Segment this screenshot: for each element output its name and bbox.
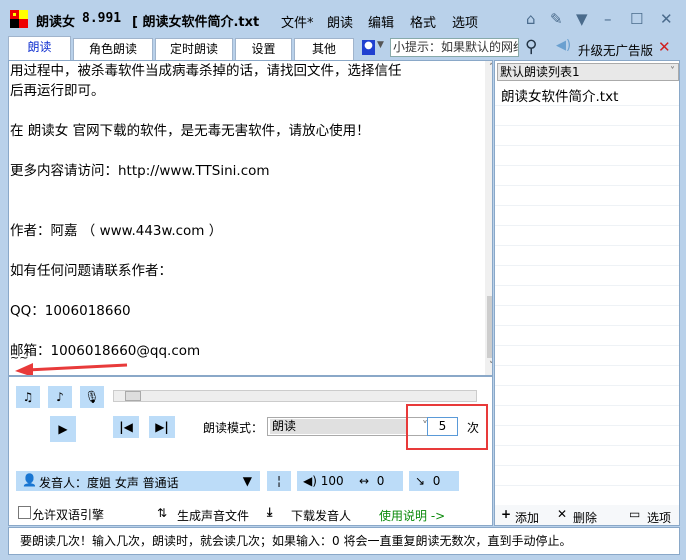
editor-line: 如有任何问题请联系作者：	[10, 263, 172, 279]
close-ad-icon[interactable]: ✕	[658, 38, 671, 56]
delete-button[interactable]: 删除	[573, 509, 597, 526]
menu-format[interactable]: 格式	[410, 12, 436, 31]
editor-line: 在 朗读女 官网下载的软件，是无毒无害软件，请放心使用！	[10, 123, 370, 139]
volume-control[interactable]: ◀) 100	[297, 471, 355, 491]
speaker-value: 发音人：度姐 女声 普通话	[39, 476, 179, 490]
download-speaker-button[interactable]: 下载发音人	[291, 507, 351, 524]
pitch-control[interactable]: ↘ 0	[409, 471, 459, 491]
pitch-icon: ↘	[415, 474, 426, 488]
status-bar: 要朗读几次！输入几次，朗读时，就会读几次；如果输入：0 将会一直重复朗读无数次，…	[8, 527, 680, 555]
menu-options[interactable]: 选项	[452, 12, 478, 31]
person-icon: 👤	[22, 473, 37, 487]
editor-line: 作者：阿嘉 （ www.443w.com ）	[10, 223, 223, 239]
speed-control[interactable]: ↔ 0	[353, 471, 403, 491]
speaker-icon: ◀)	[556, 38, 572, 53]
dropdown-arrow-icon: ▼	[242, 474, 252, 488]
editor-line: QQ：1006018660	[10, 303, 131, 319]
app-name: 朗读女	[36, 15, 76, 30]
music-icon[interactable]: ♪	[48, 386, 72, 408]
download-icon: ⤓	[267, 505, 273, 519]
next-button[interactable]: ▶|	[149, 416, 175, 438]
previous-button[interactable]: |◀	[113, 416, 139, 438]
close-icon[interactable]: ✕	[660, 10, 673, 28]
note-icon[interactable]: ♫	[16, 386, 40, 408]
tab-settings[interactable]: 设置	[235, 38, 292, 60]
generate-audio-icon: ⇅	[157, 506, 168, 520]
editor-line: 用过程中，被杀毒软件当成病毒杀掉的话，请找回文件，选择信任	[10, 63, 402, 79]
mode-label: 朗读模式：	[203, 421, 264, 435]
scrollbar-thumb[interactable]	[487, 296, 492, 358]
slider-thumb[interactable]	[125, 391, 141, 401]
app-version: 8.991	[82, 11, 122, 26]
control-panel: ♫ ♪ 🎙 ▶ |◀ ▶| 朗读模式： 朗读 ˅ 5 次 👤 发音人：度姐 女声 普…	[8, 376, 493, 526]
add-icon: +	[501, 507, 512, 521]
home-icon[interactable]: ⌂	[526, 10, 536, 28]
tab-other[interactable]: 其他	[294, 38, 354, 60]
playlist-select[interactable]: 默认朗读列表1 ˅	[497, 63, 679, 81]
editor-line: 更多内容请访问：http://www.TTSini.com	[10, 163, 270, 179]
upgrade-link[interactable]: 升级无广告版	[578, 40, 653, 59]
skin-icon[interactable]: ▼	[576, 10, 588, 28]
mode-value: 朗读	[270, 419, 408, 434]
pin-icon[interactable]: ✎	[550, 10, 563, 28]
search-icon[interactable]: ⚲	[525, 37, 537, 57]
app-logo-icon	[10, 10, 28, 28]
bilingual-label: 允许双语引擎	[32, 508, 105, 522]
title-bar: 朗读女 8.991 [ 朗读女软件简介.txt 文件* 朗读 编辑 格式 选项 …	[0, 0, 686, 36]
menu-file[interactable]: 文件*	[281, 12, 314, 31]
bilingual-checkbox[interactable]	[18, 506, 31, 519]
speed-icon: ↔	[359, 474, 370, 488]
microphone-icon[interactable]: 🎙	[80, 386, 104, 408]
scroll-up-icon[interactable]: ˄	[489, 63, 492, 73]
playlist-item[interactable]: 朗读女软件简介.txt	[501, 85, 618, 105]
tab-read[interactable]: 朗读	[8, 36, 71, 60]
tab-role-read[interactable]: 角色朗读	[73, 38, 153, 60]
speaker-select[interactable]: 👤 发音人：度姐 女声 普通话 ▼	[16, 471, 260, 491]
delete-icon: ✕	[557, 507, 568, 521]
scroll-down-icon[interactable]: ˅	[489, 361, 492, 371]
highlight-box	[406, 404, 488, 450]
maximize-icon[interactable]: ☐	[630, 10, 643, 28]
volume-value: 100	[320, 474, 344, 488]
generate-audio-button[interactable]: 生成声音文件	[177, 507, 249, 524]
minimize-icon[interactable]: –	[604, 10, 612, 28]
document-title: [ 朗读女软件简介.txt	[132, 15, 260, 30]
paw-icon[interactable]: ●	[362, 40, 375, 55]
hint-field: 小提示：如果默认的网络	[390, 38, 519, 57]
voice-icon[interactable]: ¦	[267, 471, 291, 491]
editor-line: 后再运行即可。	[10, 83, 105, 99]
menu-edit[interactable]: 编辑	[368, 12, 394, 31]
playlist-selected: 默认朗读列表1	[500, 65, 580, 79]
menu-read[interactable]: 朗读	[327, 12, 353, 31]
chevron-down-icon: ˅	[670, 66, 675, 77]
speed-value: 0	[376, 474, 385, 488]
play-button[interactable]: ▶	[50, 416, 76, 442]
playlist-panel: 默认朗读列表1 ˅ 朗读女软件简介.txt + 添加 ✕ 删除 ▭ 选项	[494, 60, 680, 526]
dropdown-arrow-icon[interactable]: ▼	[377, 40, 384, 50]
tab-timed-read[interactable]: 定时朗读	[155, 38, 233, 60]
red-arrow-annotation	[15, 363, 128, 375]
volume-icon: ◀)	[303, 474, 317, 488]
text-editor[interactable]: 用过程中，被杀毒软件当成病毒杀掉的话，请找回文件，选择信任 后再运行即可。 在 …	[8, 60, 493, 376]
pitch-value: 0	[432, 474, 441, 488]
help-link[interactable]: 使用说明 ->	[379, 507, 445, 524]
progress-slider[interactable]	[113, 390, 477, 402]
options-button[interactable]: 选项	[647, 509, 671, 526]
options-icon: ▭	[629, 507, 641, 521]
add-button[interactable]: 添加	[515, 509, 539, 526]
